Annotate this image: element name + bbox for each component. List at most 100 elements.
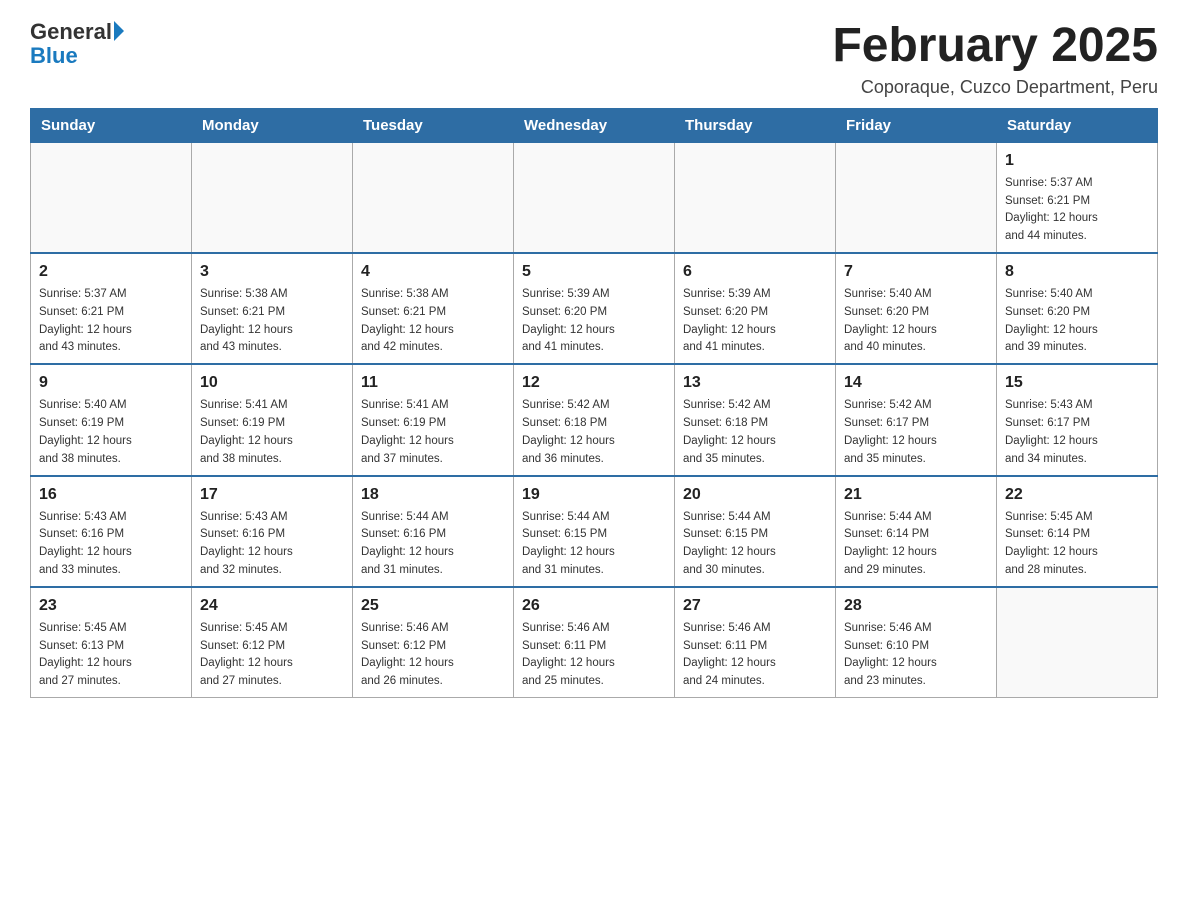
calendar-cell xyxy=(192,142,353,253)
calendar-week-5: 23Sunrise: 5:45 AM Sunset: 6:13 PM Dayli… xyxy=(31,587,1158,698)
day-info: Sunrise: 5:46 AM Sunset: 6:11 PM Dayligh… xyxy=(683,620,827,691)
calendar-cell: 7Sunrise: 5:40 AM Sunset: 6:20 PM Daylig… xyxy=(836,253,997,364)
day-number: 8 xyxy=(1005,260,1149,284)
weekday-friday: Friday xyxy=(836,108,997,142)
logo-arrow-icon xyxy=(114,21,124,41)
calendar-cell: 14Sunrise: 5:42 AM Sunset: 6:17 PM Dayli… xyxy=(836,364,997,475)
day-info: Sunrise: 5:43 AM Sunset: 6:17 PM Dayligh… xyxy=(1005,397,1149,468)
calendar-cell: 25Sunrise: 5:46 AM Sunset: 6:12 PM Dayli… xyxy=(353,587,514,698)
calendar-cell: 28Sunrise: 5:46 AM Sunset: 6:10 PM Dayli… xyxy=(836,587,997,698)
day-info: Sunrise: 5:41 AM Sunset: 6:19 PM Dayligh… xyxy=(200,397,344,468)
day-number: 14 xyxy=(844,371,988,395)
day-info: Sunrise: 5:46 AM Sunset: 6:11 PM Dayligh… xyxy=(522,620,666,691)
calendar-cell: 24Sunrise: 5:45 AM Sunset: 6:12 PM Dayli… xyxy=(192,587,353,698)
page-header: General Blue February 2025 Coporaque, Cu… xyxy=(30,20,1158,98)
weekday-saturday: Saturday xyxy=(997,108,1158,142)
day-info: Sunrise: 5:44 AM Sunset: 6:15 PM Dayligh… xyxy=(522,509,666,580)
calendar-cell: 21Sunrise: 5:44 AM Sunset: 6:14 PM Dayli… xyxy=(836,476,997,587)
calendar-cell: 6Sunrise: 5:39 AM Sunset: 6:20 PM Daylig… xyxy=(675,253,836,364)
day-info: Sunrise: 5:44 AM Sunset: 6:14 PM Dayligh… xyxy=(844,509,988,580)
day-number: 21 xyxy=(844,483,988,507)
day-number: 2 xyxy=(39,260,183,284)
day-info: Sunrise: 5:46 AM Sunset: 6:10 PM Dayligh… xyxy=(844,620,988,691)
calendar-table: SundayMondayTuesdayWednesdayThursdayFrid… xyxy=(30,108,1158,698)
weekday-header-row: SundayMondayTuesdayWednesdayThursdayFrid… xyxy=(31,108,1158,142)
day-number: 18 xyxy=(361,483,505,507)
calendar-week-4: 16Sunrise: 5:43 AM Sunset: 6:16 PM Dayli… xyxy=(31,476,1158,587)
calendar-cell: 3Sunrise: 5:38 AM Sunset: 6:21 PM Daylig… xyxy=(192,253,353,364)
weekday-sunday: Sunday xyxy=(31,108,192,142)
calendar-week-2: 2Sunrise: 5:37 AM Sunset: 6:21 PM Daylig… xyxy=(31,253,1158,364)
weekday-thursday: Thursday xyxy=(675,108,836,142)
calendar-week-3: 9Sunrise: 5:40 AM Sunset: 6:19 PM Daylig… xyxy=(31,364,1158,475)
day-number: 17 xyxy=(200,483,344,507)
day-number: 6 xyxy=(683,260,827,284)
calendar-cell: 18Sunrise: 5:44 AM Sunset: 6:16 PM Dayli… xyxy=(353,476,514,587)
calendar-week-1: 1Sunrise: 5:37 AM Sunset: 6:21 PM Daylig… xyxy=(31,142,1158,253)
day-number: 12 xyxy=(522,371,666,395)
calendar-cell: 12Sunrise: 5:42 AM Sunset: 6:18 PM Dayli… xyxy=(514,364,675,475)
day-info: Sunrise: 5:39 AM Sunset: 6:20 PM Dayligh… xyxy=(522,286,666,357)
day-number: 26 xyxy=(522,594,666,618)
calendar-cell xyxy=(997,587,1158,698)
calendar-cell: 4Sunrise: 5:38 AM Sunset: 6:21 PM Daylig… xyxy=(353,253,514,364)
day-info: Sunrise: 5:37 AM Sunset: 6:21 PM Dayligh… xyxy=(1005,175,1149,246)
calendar-cell: 27Sunrise: 5:46 AM Sunset: 6:11 PM Dayli… xyxy=(675,587,836,698)
calendar-cell: 16Sunrise: 5:43 AM Sunset: 6:16 PM Dayli… xyxy=(31,476,192,587)
calendar-cell: 8Sunrise: 5:40 AM Sunset: 6:20 PM Daylig… xyxy=(997,253,1158,364)
weekday-wednesday: Wednesday xyxy=(514,108,675,142)
day-info: Sunrise: 5:40 AM Sunset: 6:19 PM Dayligh… xyxy=(39,397,183,468)
day-number: 7 xyxy=(844,260,988,284)
calendar-cell: 19Sunrise: 5:44 AM Sunset: 6:15 PM Dayli… xyxy=(514,476,675,587)
day-number: 23 xyxy=(39,594,183,618)
day-number: 24 xyxy=(200,594,344,618)
day-number: 20 xyxy=(683,483,827,507)
calendar-cell: 9Sunrise: 5:40 AM Sunset: 6:19 PM Daylig… xyxy=(31,364,192,475)
day-number: 9 xyxy=(39,371,183,395)
calendar-cell: 20Sunrise: 5:44 AM Sunset: 6:15 PM Dayli… xyxy=(675,476,836,587)
calendar-header: SundayMondayTuesdayWednesdayThursdayFrid… xyxy=(31,108,1158,142)
day-info: Sunrise: 5:39 AM Sunset: 6:20 PM Dayligh… xyxy=(683,286,827,357)
day-number: 25 xyxy=(361,594,505,618)
day-info: Sunrise: 5:43 AM Sunset: 6:16 PM Dayligh… xyxy=(200,509,344,580)
day-info: Sunrise: 5:38 AM Sunset: 6:21 PM Dayligh… xyxy=(200,286,344,357)
day-info: Sunrise: 5:45 AM Sunset: 6:12 PM Dayligh… xyxy=(200,620,344,691)
day-number: 3 xyxy=(200,260,344,284)
calendar-cell: 17Sunrise: 5:43 AM Sunset: 6:16 PM Dayli… xyxy=(192,476,353,587)
title-section: February 2025 Coporaque, Cuzco Departmen… xyxy=(832,20,1158,98)
day-info: Sunrise: 5:42 AM Sunset: 6:17 PM Dayligh… xyxy=(844,397,988,468)
calendar-cell: 22Sunrise: 5:45 AM Sunset: 6:14 PM Dayli… xyxy=(997,476,1158,587)
day-info: Sunrise: 5:45 AM Sunset: 6:14 PM Dayligh… xyxy=(1005,509,1149,580)
calendar-cell: 5Sunrise: 5:39 AM Sunset: 6:20 PM Daylig… xyxy=(514,253,675,364)
calendar-cell xyxy=(31,142,192,253)
day-info: Sunrise: 5:45 AM Sunset: 6:13 PM Dayligh… xyxy=(39,620,183,691)
day-number: 1 xyxy=(1005,149,1149,173)
day-number: 27 xyxy=(683,594,827,618)
calendar-body: 1Sunrise: 5:37 AM Sunset: 6:21 PM Daylig… xyxy=(31,142,1158,697)
calendar-cell xyxy=(353,142,514,253)
day-number: 15 xyxy=(1005,371,1149,395)
calendar-cell: 26Sunrise: 5:46 AM Sunset: 6:11 PM Dayli… xyxy=(514,587,675,698)
logo-text: General xyxy=(30,20,124,44)
day-number: 11 xyxy=(361,371,505,395)
calendar-cell xyxy=(836,142,997,253)
day-number: 16 xyxy=(39,483,183,507)
weekday-monday: Monday xyxy=(192,108,353,142)
calendar-cell: 23Sunrise: 5:45 AM Sunset: 6:13 PM Dayli… xyxy=(31,587,192,698)
day-info: Sunrise: 5:37 AM Sunset: 6:21 PM Dayligh… xyxy=(39,286,183,357)
day-number: 19 xyxy=(522,483,666,507)
day-number: 5 xyxy=(522,260,666,284)
day-info: Sunrise: 5:43 AM Sunset: 6:16 PM Dayligh… xyxy=(39,509,183,580)
day-info: Sunrise: 5:44 AM Sunset: 6:16 PM Dayligh… xyxy=(361,509,505,580)
day-info: Sunrise: 5:38 AM Sunset: 6:21 PM Dayligh… xyxy=(361,286,505,357)
calendar-cell: 1Sunrise: 5:37 AM Sunset: 6:21 PM Daylig… xyxy=(997,142,1158,253)
weekday-tuesday: Tuesday xyxy=(353,108,514,142)
calendar-cell xyxy=(514,142,675,253)
calendar-cell: 13Sunrise: 5:42 AM Sunset: 6:18 PM Dayli… xyxy=(675,364,836,475)
calendar-cell: 15Sunrise: 5:43 AM Sunset: 6:17 PM Dayli… xyxy=(997,364,1158,475)
day-info: Sunrise: 5:40 AM Sunset: 6:20 PM Dayligh… xyxy=(844,286,988,357)
day-info: Sunrise: 5:44 AM Sunset: 6:15 PM Dayligh… xyxy=(683,509,827,580)
day-info: Sunrise: 5:40 AM Sunset: 6:20 PM Dayligh… xyxy=(1005,286,1149,357)
calendar-cell: 2Sunrise: 5:37 AM Sunset: 6:21 PM Daylig… xyxy=(31,253,192,364)
day-info: Sunrise: 5:42 AM Sunset: 6:18 PM Dayligh… xyxy=(522,397,666,468)
